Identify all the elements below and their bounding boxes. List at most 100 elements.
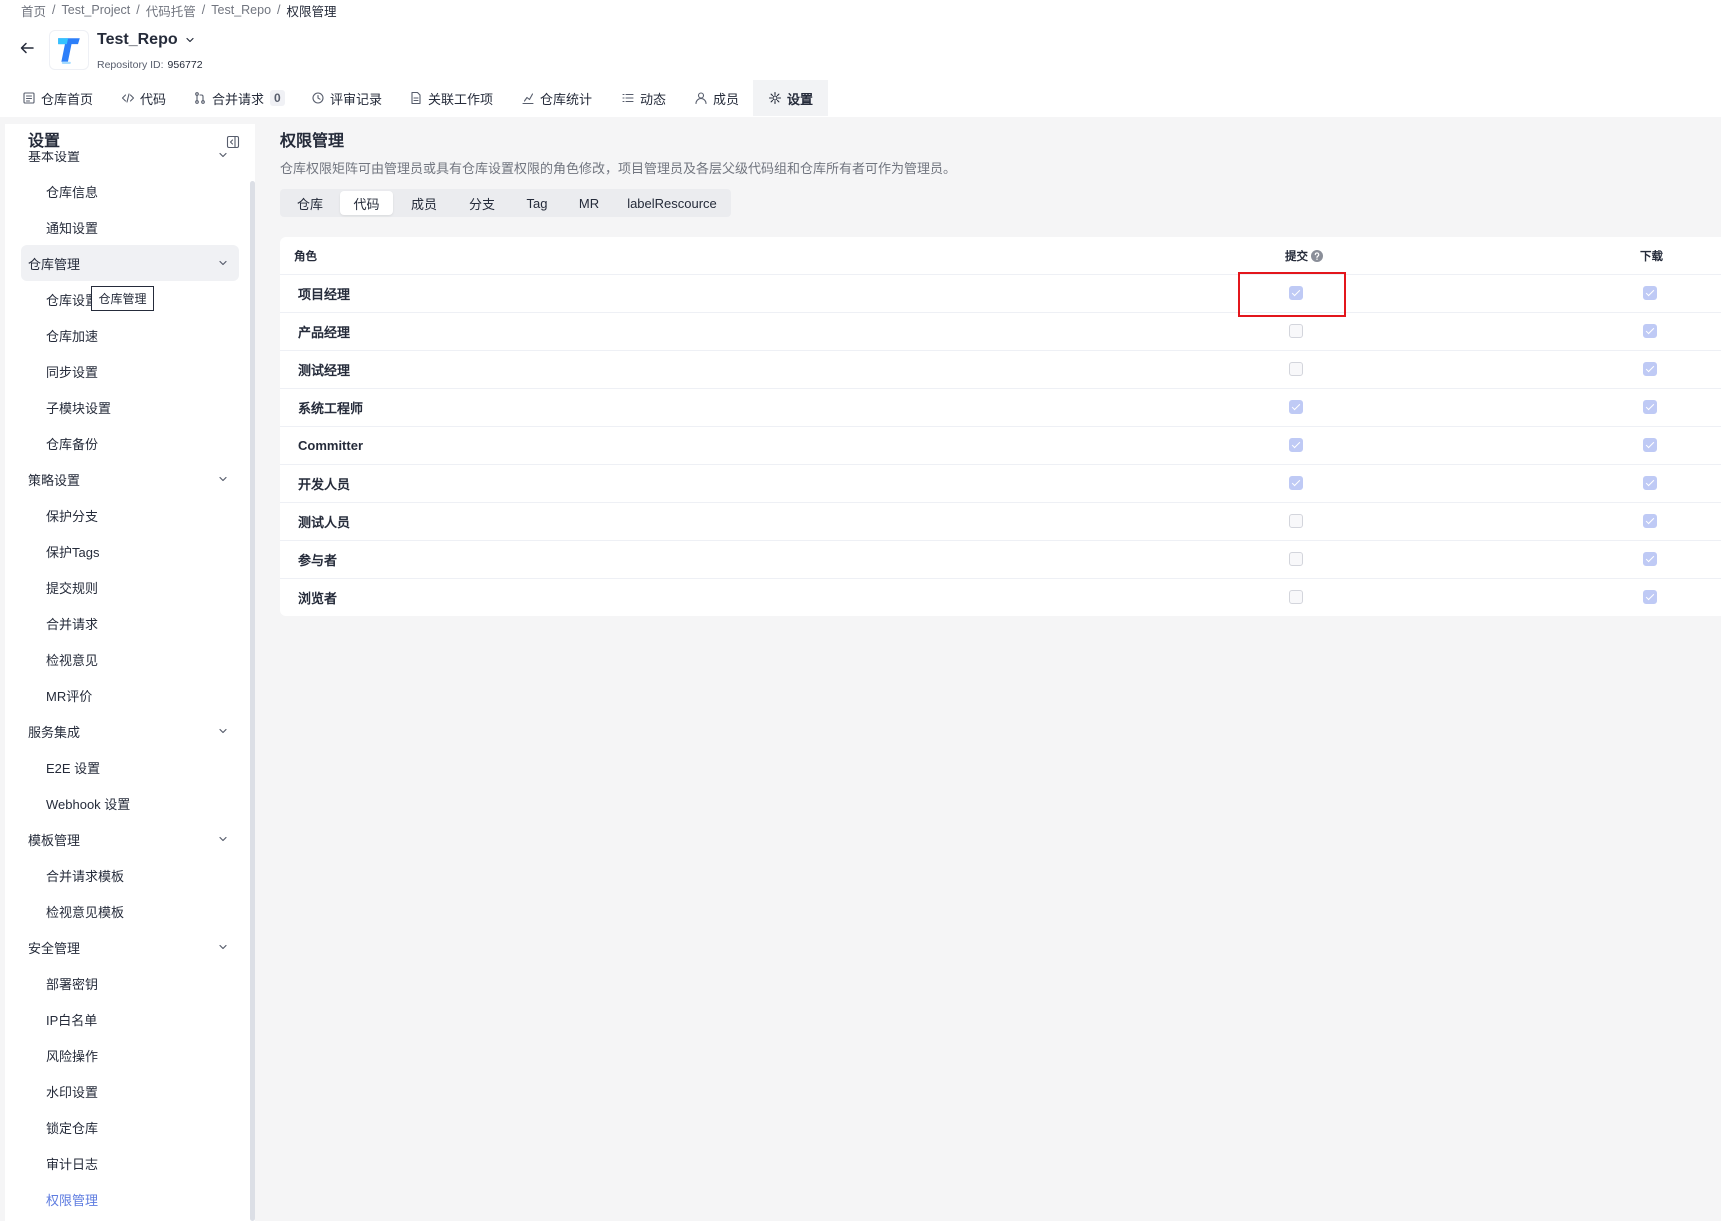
sidebar-group-label: 基本设置 <box>28 151 81 164</box>
breadcrumb-code-hosting[interactable]: 代码托管 <box>146 1 196 20</box>
back-arrow-icon[interactable] <box>19 40 35 56</box>
download-checkbox[interactable] <box>1643 286 1657 300</box>
sidebar-title: 设置 <box>28 133 61 150</box>
sidebar-item-label: IP白名单 <box>46 1012 98 1028</box>
sidebar-group-label: 安全管理 <box>28 940 81 956</box>
tab-members[interactable]: 成员 <box>694 80 739 116</box>
sidebar-item-commit-rules[interactable]: 提交规则 <box>21 569 239 605</box>
sidebar-group-integrations[interactable]: 服务集成 <box>21 713 239 749</box>
tab-repo-stats[interactable]: 仓库统计 <box>521 80 592 116</box>
tab-resource-label[interactable]: labelRescource <box>617 191 727 215</box>
sidebar-item-label: 审计日志 <box>46 1156 99 1172</box>
tab-code[interactable]: 代码 <box>121 80 166 116</box>
sidebar-group-label: 仓库管理 <box>28 256 81 272</box>
collapse-sidebar-icon[interactable] <box>226 135 240 149</box>
breadcrumb-project[interactable]: Test_Project <box>62 3 131 17</box>
sidebar-item-protected-tags[interactable]: 保护Tags <box>21 533 239 569</box>
commit-checkbox[interactable] <box>1289 324 1303 338</box>
sidebar-item-label: 同步设置 <box>46 364 99 380</box>
sidebar-item-review-comments[interactable]: 检视意见 <box>21 641 239 677</box>
sidebar-item-submodule-settings[interactable]: 子模块设置 <box>21 389 239 425</box>
merge-request-icon <box>195 92 205 104</box>
tab-label: 成员 <box>713 91 740 107</box>
tab-resource-mr[interactable]: MR <box>565 191 613 215</box>
sidebar-item-review-templates[interactable]: 检视意见模板 <box>21 893 239 929</box>
sidebar-item-protected-branches[interactable]: 保护分支 <box>21 497 239 533</box>
commit-checkbox[interactable] <box>1289 362 1303 376</box>
download-checkbox[interactable] <box>1643 438 1657 452</box>
help-icon[interactable] <box>1311 249 1323 262</box>
highlight-box <box>1238 272 1346 317</box>
tab-resource-branches[interactable]: 分支 <box>455 191 509 215</box>
breadcrumb-repo[interactable]: Test_Repo <box>211 3 271 17</box>
download-checkbox[interactable] <box>1643 514 1657 528</box>
commit-checkbox[interactable] <box>1289 590 1303 604</box>
tab-repo-home[interactable]: 仓库首页 <box>22 80 93 116</box>
repo-switcher[interactable]: Test_Repo <box>97 29 195 51</box>
sidebar-item-sync-settings[interactable]: 同步设置 <box>21 353 239 389</box>
sidebar-item-ip-whitelist[interactable]: IP白名单 <box>21 1001 239 1037</box>
commit-checkbox[interactable] <box>1289 476 1303 490</box>
tab-resource-tag[interactable]: Tag <box>513 191 561 215</box>
tab-settings[interactable]: 设置 <box>753 80 829 116</box>
sidebar-item-label: 合并请求模板 <box>46 868 125 884</box>
sidebar-group-security[interactable]: 安全管理 <box>21 929 239 965</box>
download-checkbox[interactable] <box>1643 324 1657 338</box>
sidebar-group-templates[interactable]: 模板管理 <box>21 821 239 857</box>
sidebar-item-mr-evaluation[interactable]: MR评价 <box>21 677 239 713</box>
download-checkbox[interactable] <box>1643 552 1657 566</box>
sidebar-item-webhook-settings[interactable]: Webhook 设置 <box>21 785 239 821</box>
download-checkbox[interactable] <box>1643 476 1657 490</box>
sidebar-item-mr-templates[interactable]: 合并请求模板 <box>21 857 239 893</box>
commit-checkbox[interactable] <box>1289 438 1303 452</box>
breadcrumb-home[interactable]: 首页 <box>21 1 46 20</box>
chevron-down-icon <box>218 942 228 952</box>
commit-checkbox[interactable] <box>1289 552 1303 566</box>
sidebar-group-policy[interactable]: 策略设置 <box>21 461 239 497</box>
tab-work-items[interactable]: 关联工作项 <box>409 80 493 116</box>
sidebar-item-label: 部署密钥 <box>46 976 99 992</box>
tab-resource-code[interactable]: 代码 <box>340 191 393 215</box>
sidebar-item-watermark-settings[interactable]: 水印设置 <box>21 1073 239 1109</box>
sidebar-item-deploy-keys[interactable]: 部署密钥 <box>21 965 239 1001</box>
sidebar-item-permissions[interactable]: 权限管理 <box>21 1181 239 1217</box>
chevron-down-icon <box>218 726 228 736</box>
sidebar-scrollbar[interactable] <box>250 181 255 1221</box>
sidebar-item-e2e-settings[interactable]: E2E 设置 <box>21 749 239 785</box>
repo-id: Repository ID: 956772 <box>97 58 203 72</box>
sidebar-item-risky-operations[interactable]: 风险操作 <box>21 1037 239 1073</box>
sidebar-item-lock-repo[interactable]: 锁定仓库 <box>21 1109 239 1145</box>
sidebar-item-label: 权限管理 <box>46 1192 99 1208</box>
page-description: 仓库权限矩阵可由管理员或具有仓库设置权限的角色修改，项目管理员及各层父级代码组和… <box>280 161 957 176</box>
sidebar-item-merge-requests[interactable]: 合并请求 <box>21 605 239 641</box>
table-row: 浏览者 <box>280 578 1721 616</box>
sidebar-group-repo-management[interactable]: 仓库管理 <box>21 245 239 281</box>
download-checkbox[interactable] <box>1643 400 1657 414</box>
commit-checkbox[interactable] <box>1289 400 1303 414</box>
sidebar-item-notifications[interactable]: 通知设置 <box>21 209 239 245</box>
tab-label: 仓库统计 <box>540 91 593 107</box>
table-row: 测试经理 <box>280 350 1721 388</box>
tab-merge-requests[interactable]: 合并请求 0 <box>193 80 285 116</box>
sidebar-item-repo-backup[interactable]: 仓库备份 <box>21 425 239 461</box>
download-checkbox[interactable] <box>1643 590 1657 604</box>
column-header-download: 下载 <box>1640 250 1663 263</box>
tab-resource-repo[interactable]: 仓库 <box>284 191 336 215</box>
sidebar-item-audit-log[interactable]: 审计日志 <box>21 1145 239 1181</box>
chevron-down-icon <box>218 258 228 268</box>
sidebar-item-repo-acceleration[interactable]: 仓库加速 <box>21 317 239 353</box>
table-row: 参与者 <box>280 540 1721 578</box>
sidebar-group-basic[interactable]: 基本设置 <box>21 151 239 173</box>
chevron-down-icon <box>185 35 195 45</box>
download-checkbox[interactable] <box>1643 362 1657 376</box>
breadcrumb-current: 权限管理 <box>286 4 337 19</box>
sidebar-item-repo-info[interactable]: 仓库信息 <box>21 173 239 209</box>
commit-checkbox[interactable] <box>1289 514 1303 528</box>
tab-review-records[interactable]: 评审记录 <box>311 80 382 116</box>
sidebar-menu: 基本设置 仓库信息 通知设置 仓库管理 仓库设置 仓库加速 同步设置 子模块设置… <box>5 151 248 1221</box>
tab-resource-members[interactable]: 成员 <box>397 191 451 215</box>
tab-activity[interactable]: 动态 <box>621 80 666 116</box>
sidebar-item-label: 保护Tags <box>46 544 100 560</box>
sidebar-item-label: 检视意见 <box>46 652 99 668</box>
activity-icon <box>622 93 634 103</box>
